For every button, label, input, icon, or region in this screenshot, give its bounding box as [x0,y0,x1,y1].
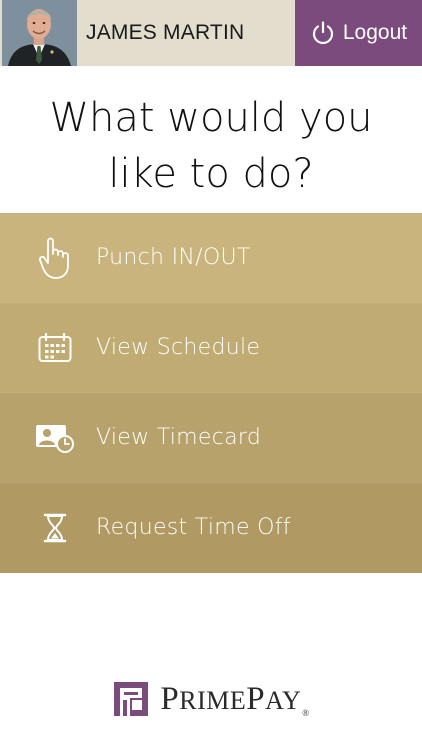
page-title-line-1: What would you [49,95,373,141]
timecard-icon [35,418,75,458]
logo-letter: P [246,680,266,717]
menu-item-schedule[interactable]: View Schedule [0,303,422,393]
page-title: What would you like to do? [0,90,422,202]
menu-item-timecard[interactable]: View Timecard [0,393,422,483]
avatar [2,0,77,66]
menu-item-label: Request Time Off [96,515,291,540]
page-title-line-2: like to do? [108,151,314,197]
hourglass-icon [35,508,75,548]
primepay-logo-mark-icon [114,682,149,716]
user-name: JAMES MARTIN [86,21,245,44]
header-bar: JAMES MARTIN Logout [0,0,422,66]
menu-item-label: Punch IN/OUT [96,245,251,270]
logo-letters: AY [265,685,302,715]
logout-button[interactable]: Logout [295,0,422,66]
logo-letters: RIME [179,685,247,715]
primepay-wordmark: PRIMEPAY® [160,681,309,718]
power-icon [312,21,333,45]
calendar-icon [35,328,75,368]
logo-letter: P [160,680,180,717]
registered-mark: ® [302,707,310,718]
logout-label: Logout [342,21,408,44]
menu-item-label: View Timecard [96,425,262,450]
menu-item-label: View Schedule [96,335,261,360]
hand-pointer-icon [35,237,75,279]
action-menu: Punch IN/OUT View Schedule View Timecard… [0,213,422,573]
menu-item-punch[interactable]: Punch IN/OUT [0,213,422,303]
user-info: JAMES MARTIN [0,0,295,66]
primepay-logo: PRIMEPAY® [0,680,422,718]
menu-item-time-off[interactable]: Request Time Off [0,483,422,573]
